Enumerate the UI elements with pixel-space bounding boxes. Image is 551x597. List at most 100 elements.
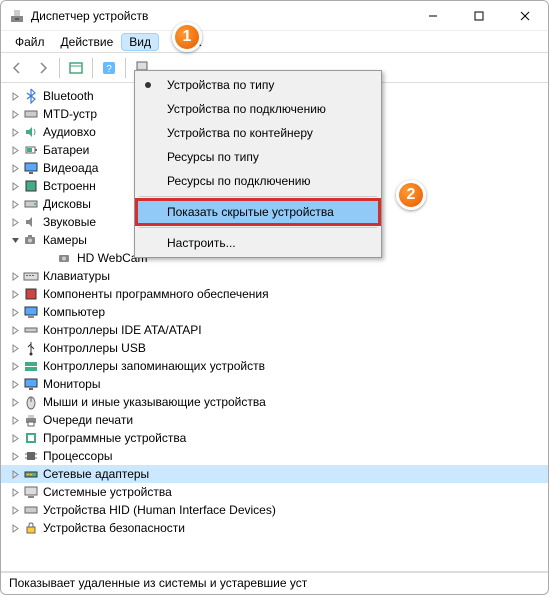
menu-devices-by-container[interactable]: Устройства по контейнеру [137, 121, 379, 145]
node-label: MTD-устр [43, 107, 97, 121]
tree-node[interactable]: Очереди печати [1, 411, 548, 429]
sound-icon [23, 214, 39, 230]
menu-customize[interactable]: Настроить... [137, 231, 379, 255]
tree-node-selected[interactable]: Сетевые адаптеры [1, 465, 548, 483]
tree-node[interactable]: Контроллеры запоминающих устройств [1, 357, 548, 375]
back-button[interactable] [5, 56, 29, 80]
help-button[interactable]: ? [97, 56, 121, 80]
menu-action[interactable]: Действие [53, 33, 122, 51]
separator [139, 196, 377, 197]
chevron-right-icon[interactable] [9, 288, 21, 300]
node-label: Процессоры [43, 449, 113, 463]
menu-devices-by-connection[interactable]: Устройства по подключению [137, 97, 379, 121]
menu-show-hidden-devices[interactable]: Показать скрытые устройства [137, 200, 379, 224]
titlebar: Диспетчер устройств [1, 1, 548, 31]
node-label: Компоненты программного обеспечения [43, 287, 269, 301]
camera-icon [23, 232, 39, 248]
svg-text:?: ? [106, 64, 112, 75]
network-icon [23, 466, 39, 482]
chevron-right-icon[interactable] [9, 468, 21, 480]
node-label: Видеоада [43, 161, 98, 175]
disk-icon [23, 196, 39, 212]
menu-resources-by-type[interactable]: Ресурсы по типу [137, 145, 379, 169]
chevron-right-icon[interactable] [9, 108, 21, 120]
minimize-button[interactable] [410, 1, 456, 31]
bluetooth-icon [23, 88, 39, 104]
tree-node[interactable]: Системные устройства [1, 483, 548, 501]
chevron-right-icon[interactable] [9, 360, 21, 372]
device-icon [23, 106, 39, 122]
node-label: Сетевые адаптеры [43, 467, 149, 481]
tree-node[interactable]: Мониторы [1, 375, 548, 393]
monitor-icon [23, 376, 39, 392]
chevron-right-icon[interactable] [9, 414, 21, 426]
chevron-right-icon[interactable] [9, 522, 21, 534]
node-label: Устройства безопасности [43, 521, 185, 535]
chevron-right-icon[interactable] [9, 306, 21, 318]
bullet-icon [145, 82, 151, 88]
chevron-right-icon[interactable] [9, 162, 21, 174]
tree-node[interactable]: Устройства HID (Human Interface Devices) [1, 501, 548, 519]
menu-view[interactable]: Вид [121, 33, 159, 51]
chevron-right-icon[interactable] [9, 180, 21, 192]
system-icon [23, 484, 39, 500]
tree-node[interactable]: Клавиатуры [1, 267, 548, 285]
close-button[interactable] [502, 1, 548, 31]
view-menu-dropdown: Устройства по типу Устройства по подключ… [134, 70, 382, 258]
separator [59, 58, 60, 78]
chevron-right-icon[interactable] [9, 126, 21, 138]
chevron-right-icon[interactable] [9, 324, 21, 336]
node-label: Мыши и иные указывающие устройства [43, 395, 266, 409]
software-icon [23, 286, 39, 302]
chevron-right-icon[interactable] [9, 342, 21, 354]
display-icon [23, 160, 39, 176]
mouse-icon [23, 394, 39, 410]
chevron-right-icon[interactable] [9, 396, 21, 408]
node-label: Контроллеры USB [43, 341, 146, 355]
separator [139, 227, 377, 228]
tree-node[interactable]: Контроллеры IDE ATA/ATAPI [1, 321, 548, 339]
window-controls [410, 1, 548, 31]
chevron-right-icon[interactable] [9, 378, 21, 390]
separator [92, 58, 93, 78]
tree-node[interactable]: Мыши и иные указывающие устройства [1, 393, 548, 411]
node-label: Клавиатуры [43, 269, 110, 283]
node-label: Встроенн [43, 179, 96, 193]
chevron-right-icon[interactable] [9, 432, 21, 444]
node-label: Устройства HID (Human Interface Devices) [43, 503, 276, 517]
menu-resources-by-connection[interactable]: Ресурсы по подключению [137, 169, 379, 193]
menu-devices-by-type[interactable]: Устройства по типу [137, 73, 379, 97]
forward-button[interactable] [31, 56, 55, 80]
tree-node[interactable]: Процессоры [1, 447, 548, 465]
tree-node[interactable]: Устройства безопасности [1, 519, 548, 537]
menu-file[interactable]: Файл [7, 33, 53, 51]
node-label: Батареи [43, 143, 89, 157]
node-label: Программные устройства [43, 431, 186, 445]
chevron-right-icon[interactable] [9, 486, 21, 498]
usb-icon [23, 340, 39, 356]
chevron-right-icon[interactable] [9, 270, 21, 282]
chevron-down-icon[interactable] [9, 234, 21, 246]
node-label: Мониторы [43, 377, 100, 391]
chevron-right-icon[interactable] [9, 198, 21, 210]
keyboard-icon [23, 268, 39, 284]
tree-node[interactable]: Компьютер [1, 303, 548, 321]
node-label: Дисковы [43, 197, 91, 211]
node-label: Очереди печати [43, 413, 133, 427]
tree-node[interactable]: Программные устройства [1, 429, 548, 447]
chevron-right-icon[interactable] [9, 504, 21, 516]
security-icon [23, 520, 39, 536]
tree-node[interactable]: Контроллеры USB [1, 339, 548, 357]
chevron-right-icon[interactable] [9, 144, 21, 156]
cpu-icon [23, 448, 39, 464]
chevron-right-icon[interactable] [9, 450, 21, 462]
annotation-2: 2 [396, 180, 426, 210]
show-hide-button[interactable] [64, 56, 88, 80]
tree-node[interactable]: Компоненты программного обеспечения [1, 285, 548, 303]
audio-icon [23, 124, 39, 140]
camera-icon [57, 250, 73, 266]
maximize-button[interactable] [456, 1, 502, 31]
chevron-right-icon[interactable] [9, 90, 21, 102]
chevron-right-icon[interactable] [9, 216, 21, 228]
battery-icon [23, 142, 39, 158]
